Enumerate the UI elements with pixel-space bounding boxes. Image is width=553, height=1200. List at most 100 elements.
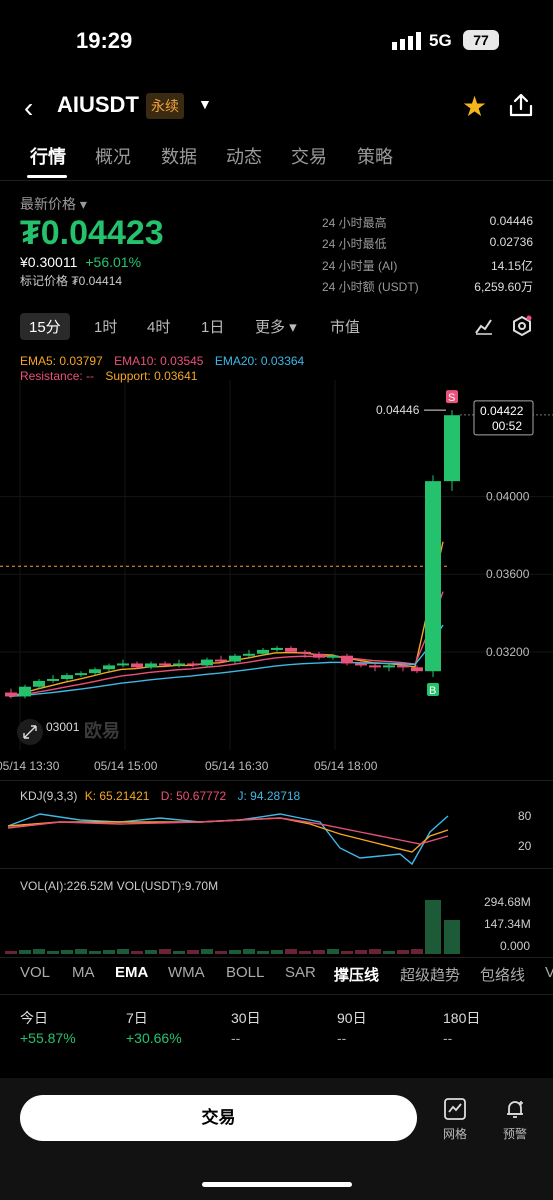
kdj-level-20: 20 [518, 839, 532, 853]
indicator-ma[interactable]: MA [72, 964, 95, 981]
volume-y-min: 0.000 [500, 939, 530, 953]
y-axis-label: 0.03200 [486, 645, 530, 659]
tab-market[interactable]: 行情 [30, 143, 66, 169]
candle [355, 663, 367, 666]
stat-value-turnover: 6,259.60万 [474, 280, 533, 294]
stat-label-low: 24 小时最低 [322, 237, 387, 251]
perf-label-90d: 90日 [337, 1010, 367, 1026]
candle [117, 663, 129, 666]
perf-value-7d: +30.66% [126, 1030, 182, 1046]
volume-chart[interactable]: 294.68M 147.34M 0.000 [0, 890, 553, 956]
price-alert-label: 预警 [502, 1127, 527, 1141]
cellular-signal-icon [392, 32, 421, 50]
candle [131, 663, 143, 668]
candle [5, 692, 17, 697]
price-chart[interactable]: 0.04000 0.03600 0.03200 0.04446 S B 0.0442200:… [0, 380, 553, 780]
indicator-boll[interactable]: BOLL [226, 964, 264, 981]
volume-bar [411, 949, 423, 954]
tab-strategy[interactable]: 策略 [357, 143, 393, 169]
fiat-and-change: ¥0.30011 +56.01% [20, 254, 141, 270]
indicator-vol[interactable]: VOL [20, 964, 50, 981]
perf-label-today: 今日 [20, 1010, 48, 1026]
volume-bar [243, 949, 255, 954]
divider [0, 994, 553, 995]
indicator-envelope[interactable]: 包络线 [480, 964, 525, 985]
candle [159, 663, 171, 666]
price-alert-button[interactable]: 预警 [495, 1097, 535, 1142]
share-icon[interactable] [508, 92, 534, 118]
indicator-wma[interactable]: WMA [168, 964, 205, 981]
candle [243, 653, 255, 656]
candle [411, 667, 423, 672]
back-icon[interactable]: ‹ [24, 92, 33, 124]
ema-legend: EMA5: 0.03797 EMA10: 0.03545 EMA20: 0.03… [20, 354, 304, 368]
favorite-star-icon[interactable]: ★ [462, 90, 487, 123]
x-axis-label: 05/14 18:00 [314, 759, 378, 773]
timeframe-more[interactable]: 更多 ▾ [255, 316, 297, 337]
bell-icon [507, 1101, 523, 1118]
timeframe-1d[interactable]: 1日 [201, 316, 224, 337]
fiat-price: ¥0.30011 [20, 254, 78, 270]
volume-bar [215, 951, 227, 954]
timeframe-1h[interactable]: 1时 [94, 316, 117, 337]
volume-bar [397, 950, 409, 954]
volume-bar [47, 951, 59, 954]
volume-bar [19, 950, 31, 954]
volume-bar [75, 949, 87, 954]
indicator-more[interactable]: V [545, 964, 553, 981]
stat-value-low: 0.02736 [489, 235, 533, 249]
volume-bar [444, 920, 460, 954]
low-price-label: 03001 [46, 720, 80, 734]
kdj-level-80: 80 [518, 809, 532, 823]
last-price: ₮0.04423 [20, 214, 164, 252]
tab-trade[interactable]: 交易 [291, 143, 327, 169]
volume-bar [173, 951, 185, 954]
volume-bar [145, 950, 157, 954]
candle [47, 678, 59, 681]
volume-bar [425, 900, 441, 954]
volume-bar [33, 949, 45, 954]
volume-bar [5, 951, 17, 954]
timeframe-15m[interactable]: 15分 [20, 313, 70, 340]
indicator-ema[interactable]: EMA [115, 964, 148, 981]
volume-bar [187, 950, 199, 954]
candle [341, 655, 353, 664]
indicator-chart-icon[interactable] [474, 316, 494, 336]
market-cap-toggle[interactable]: 市值 [330, 316, 360, 337]
grid-bot-label: 网格 [442, 1127, 467, 1141]
mark-price: 标记价格 ₮0.04414 [20, 274, 123, 288]
settings-icon[interactable] [511, 315, 533, 337]
volume-bar [271, 950, 283, 954]
grid-bot-button[interactable]: 网格 [435, 1097, 475, 1142]
trade-button[interactable]: 交易 [20, 1095, 417, 1141]
ema5-value: EMA5: 0.03797 [20, 354, 103, 368]
divider [0, 868, 553, 869]
main-tabs: 行情 概况 数据 动态 交易 策略 [0, 143, 553, 179]
candle [201, 659, 213, 666]
chevron-down-icon[interactable]: ▼ [198, 96, 212, 112]
latest-price-label[interactable]: 最新价格 ▾ [20, 194, 87, 214]
active-tab-underline [27, 175, 67, 178]
volume-bar [285, 949, 297, 954]
indicator-supertrend[interactable]: 超级趋势 [400, 964, 460, 985]
tab-overview[interactable]: 概况 [95, 143, 131, 169]
candle [299, 651, 311, 654]
candle [271, 647, 283, 650]
indicator-support-resistance[interactable]: 撑压线 [334, 964, 379, 985]
timeframe-4h[interactable]: 4时 [147, 316, 170, 337]
volume-y-max: 294.68M [484, 895, 531, 909]
countdown: 00:52 [492, 419, 522, 433]
tab-news[interactable]: 动态 [226, 143, 262, 169]
tab-data[interactable]: 数据 [161, 143, 197, 169]
volume-bar [299, 951, 311, 954]
candle [327, 655, 339, 658]
pair-title[interactable]: AIUSDT [57, 92, 139, 118]
volume-bar [327, 949, 339, 954]
indicator-sar[interactable]: SAR [285, 964, 316, 981]
network-type: 5G [429, 31, 452, 50]
kdj-chart[interactable]: 80 20 [0, 800, 553, 866]
volume-bar [257, 951, 269, 954]
divider [0, 180, 553, 181]
volume-bar [131, 951, 143, 954]
candle [369, 665, 381, 668]
